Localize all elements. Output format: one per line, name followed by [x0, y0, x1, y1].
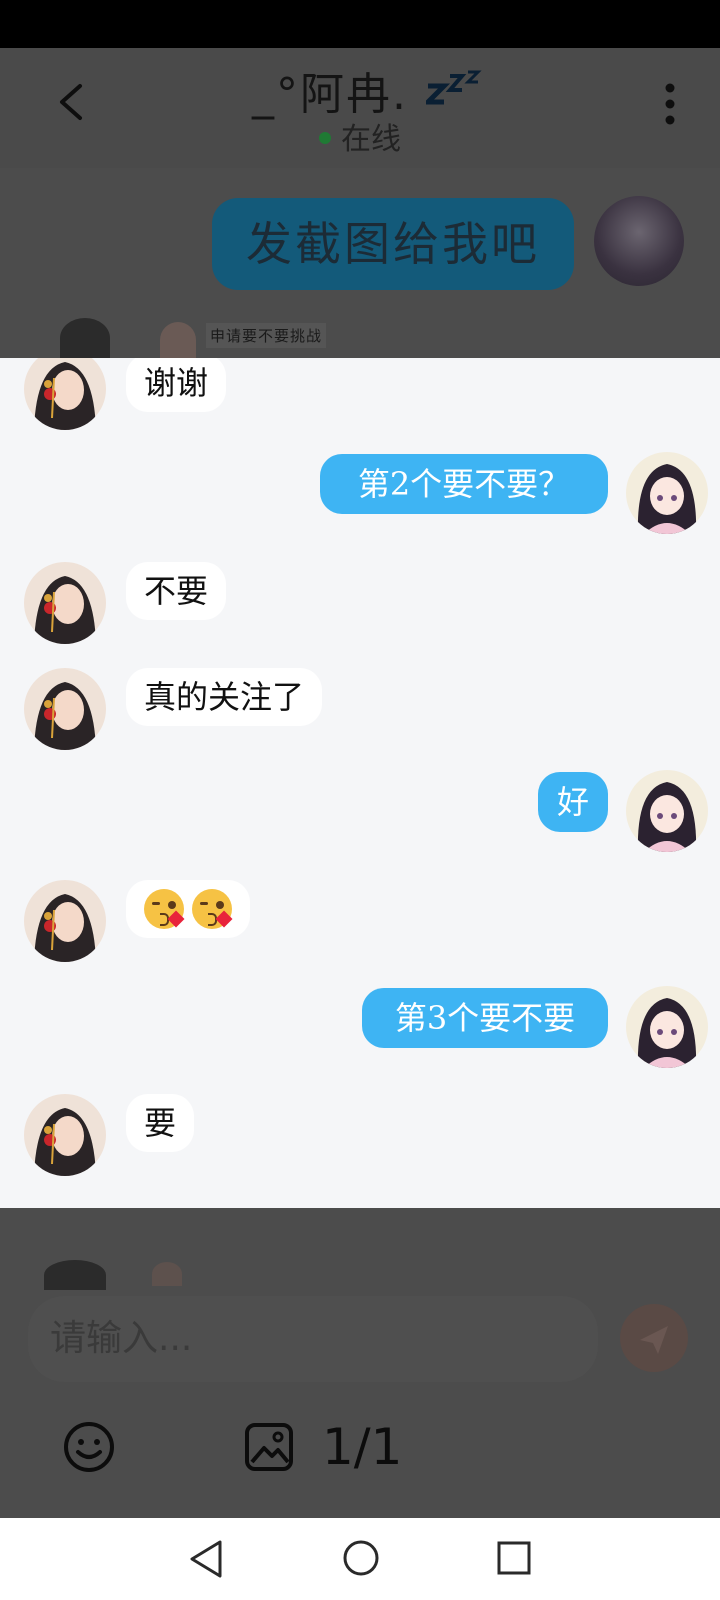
contact-avatar	[24, 358, 106, 430]
message-row: 第2个要不要？	[0, 452, 720, 544]
message-row: 要	[0, 1094, 720, 1184]
message-input-placeholder: 请输入...	[50, 1318, 193, 1359]
online-status: 在线	[0, 114, 720, 158]
incoming-message-bubble: 要	[126, 1094, 195, 1152]
my-avatar	[626, 452, 708, 534]
status-bar	[0, 0, 720, 48]
chat-title-text: _°阿冉.	[252, 69, 408, 120]
background-preview-text: 申请要不要挑战	[206, 323, 327, 348]
triangle-back-icon[interactable]	[186, 1538, 226, 1580]
screen: _°阿冉. zzz 在线 发截图给我吧 申请要不要挑战 谢谢	[0, 0, 720, 1600]
outgoing-message-bubble: 第3个要不要	[362, 988, 608, 1048]
send-button[interactable]	[620, 1304, 688, 1372]
message-row: 好	[0, 770, 720, 862]
image-icon[interactable]	[244, 1422, 294, 1472]
background-avatar	[594, 196, 684, 286]
message-row: 谢谢	[0, 358, 720, 438]
page-indicator: 1/1	[322, 1418, 403, 1476]
message-row: 第3个要不要	[0, 986, 720, 1078]
contact-avatar	[24, 668, 106, 750]
screenshot-preview: 谢谢 第2个要不要？ 不要 真的关注了 好 第3个要不要 要	[0, 358, 720, 1208]
input-area: 请输入... 1/1	[0, 1208, 720, 1518]
kissing-heart-emoji	[144, 888, 185, 929]
message-input[interactable]: 请输入...	[28, 1296, 598, 1382]
emoji-smile-icon[interactable]	[62, 1420, 116, 1474]
kissing-heart-emoji	[192, 888, 233, 929]
my-avatar	[626, 986, 708, 1068]
send-icon	[640, 1326, 668, 1354]
contact-avatar	[24, 880, 106, 962]
outgoing-message-bubble: 第2个要不要？	[320, 454, 608, 514]
outgoing-message-bubble: 好	[538, 772, 608, 832]
incoming-message-bubble: 谢谢	[126, 358, 227, 412]
background-avatar-partial-small	[160, 322, 196, 358]
incoming-message-bubble: 不要	[126, 562, 227, 620]
chat-header: _°阿冉. zzz 在线	[0, 48, 720, 168]
system-navigation-bar	[0, 1518, 720, 1600]
incoming-emoji-bubble	[126, 880, 250, 938]
more-vertical-icon[interactable]	[662, 82, 678, 126]
circle-home-icon[interactable]	[341, 1538, 381, 1578]
square-recent-icon[interactable]	[496, 1540, 532, 1576]
sleeping-zzz-icon: zzz	[426, 66, 482, 105]
message-row: 真的关注了	[0, 668, 720, 758]
message-row	[0, 880, 720, 970]
online-dot	[319, 131, 331, 144]
background-avatar-partial	[60, 318, 110, 358]
zzz-label: zzz	[426, 66, 451, 70]
message-row: 不要	[0, 562, 720, 652]
background-avatar-partial-small	[152, 1262, 182, 1286]
background-avatar-partial	[44, 1260, 106, 1290]
chat-title: _°阿冉.	[0, 58, 720, 122]
my-avatar	[626, 770, 708, 852]
background-outgoing-bubble: 发截图给我吧	[212, 198, 574, 290]
incoming-message-bubble: 真的关注了	[126, 668, 323, 726]
contact-avatar	[24, 562, 106, 644]
contact-avatar	[24, 1094, 106, 1176]
online-status-label: 在线	[341, 122, 401, 157]
